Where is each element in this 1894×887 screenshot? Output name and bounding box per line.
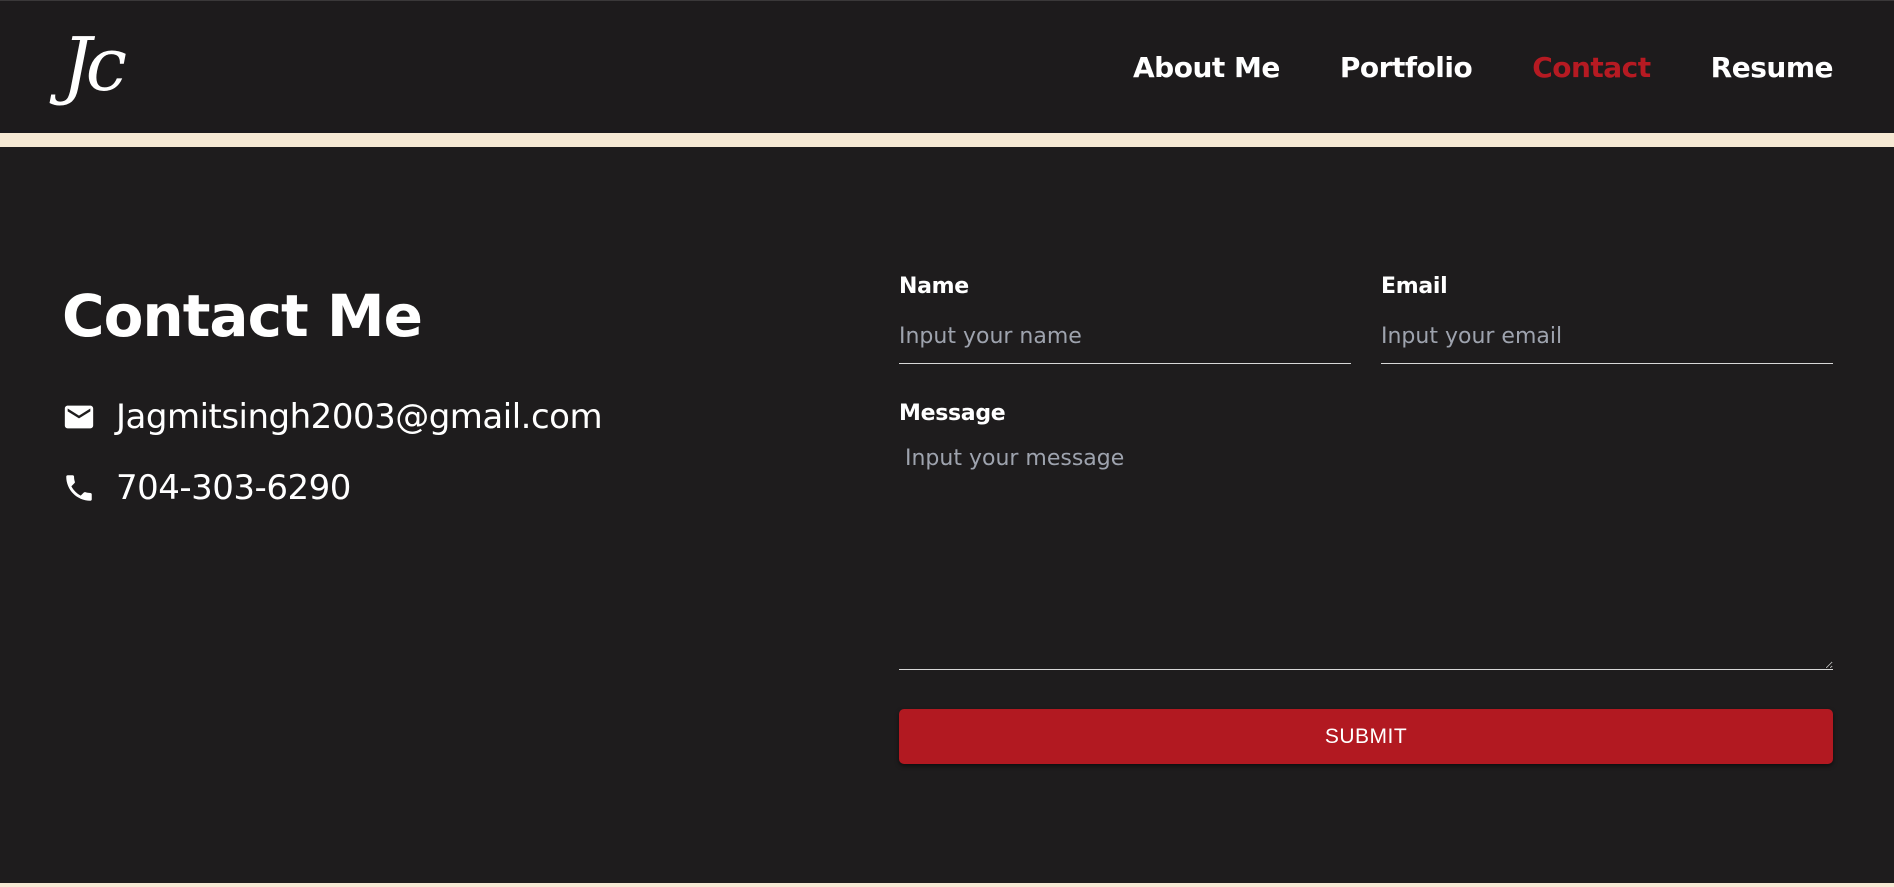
contact-phone-row: 704-303-6290 bbox=[62, 466, 351, 510]
name-label: Name bbox=[899, 274, 969, 299]
site-logo[interactable]: Jc bbox=[62, 25, 127, 105]
name-input[interactable] bbox=[899, 315, 1351, 364]
footer-divider-stripe bbox=[0, 883, 1894, 887]
contact-email-row: Jagmitsingh2003@gmail.com bbox=[62, 395, 603, 439]
phone-icon bbox=[62, 471, 96, 505]
submit-button[interactable]: SUBMIT bbox=[899, 709, 1833, 764]
contact-phone-text: 704-303-6290 bbox=[116, 468, 351, 508]
main-nav: About Me Portfolio Contact Resume bbox=[1133, 49, 1834, 87]
page-title: Contact Me bbox=[62, 282, 423, 350]
message-label: Message bbox=[899, 401, 1006, 426]
top-navbar: Jc About Me Portfolio Contact Resume bbox=[0, 0, 1894, 133]
nav-portfolio[interactable]: Portfolio bbox=[1340, 49, 1473, 87]
header-divider-stripe bbox=[0, 133, 1894, 147]
email-input[interactable] bbox=[1381, 315, 1833, 364]
contact-email-text: Jagmitsingh2003@gmail.com bbox=[116, 397, 603, 437]
nav-about-me[interactable]: About Me bbox=[1133, 49, 1280, 87]
nav-resume[interactable]: Resume bbox=[1711, 49, 1834, 87]
message-textarea[interactable] bbox=[899, 440, 1833, 670]
email-label: Email bbox=[1381, 274, 1448, 299]
nav-contact[interactable]: Contact bbox=[1532, 49, 1651, 87]
mail-icon bbox=[62, 400, 96, 434]
